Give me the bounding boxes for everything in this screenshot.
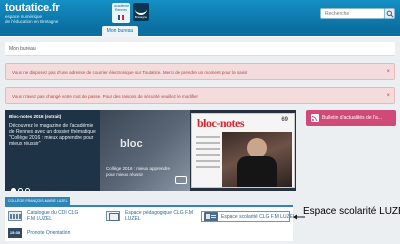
magazine-cover[interactable]: bloc-notes 69	[191, 113, 295, 188]
bulletin-button[interactable]: Bulletin d'actualités de l'a...	[306, 110, 396, 126]
services-section-title: COLLÈGE FRANÇOIS-MARIE LUZEL	[5, 197, 70, 205]
calendar-icon[interactable]: 15:30	[8, 228, 22, 238]
email-alert-text: Vous ne disposez pas d'une adresse de co…	[12, 70, 248, 75]
magazine-text-lines	[196, 136, 220, 172]
magazine-title: bloc-notes	[197, 116, 245, 130]
magazine-number: 69	[281, 117, 288, 123]
carousel-text-panel: Bloc-notes 2016 (extrait) Découvrez le m…	[5, 110, 100, 191]
bretagne-region-logo[interactable]: Bretagne	[133, 3, 149, 21]
site-logo[interactable]: toutatice.fr	[5, 2, 60, 14]
service-catalogue-cdi[interactable]: Catalogue du CDI CLG F.M LUZEL	[27, 210, 78, 222]
news-carousel[interactable]: Bloc-notes 2016 (extrait) Découvrez le m…	[5, 110, 296, 191]
highlight-box	[201, 211, 290, 222]
carousel-dot[interactable]	[11, 188, 16, 191]
shelf-icon[interactable]	[8, 211, 22, 221]
rss-icon	[311, 114, 319, 122]
search-input[interactable]	[320, 8, 385, 19]
french-flag-icon	[118, 15, 124, 20]
carousel-dot[interactable]	[18, 188, 23, 191]
close-icon[interactable]: ×	[386, 64, 390, 81]
password-alert-text: Vous n'avez pas changé votre mot de pass…	[12, 94, 198, 99]
academie-mark-icon	[175, 176, 187, 184]
carousel-dots	[11, 180, 32, 191]
logo-subtitle-2: de l'éducation en Bretagne	[5, 19, 59, 24]
academie-rennes-logo[interactable]: académie Rennes	[112, 3, 130, 23]
top-header: toutatice.fr espace numérique de l'éduca…	[0, 0, 400, 28]
service-espace-pedagogique[interactable]: Espace pédagogique CLG F.M LUZEL	[125, 210, 193, 222]
carousel-image-title: bloc	[120, 138, 143, 150]
service-pronote-orientation[interactable]: Pronote Orientation	[27, 230, 70, 236]
person-body	[237, 156, 277, 187]
search-button[interactable]	[384, 8, 395, 19]
person-icon	[247, 138, 267, 158]
carousel-dot[interactable]	[25, 188, 30, 191]
nav-bar	[0, 28, 400, 36]
page-title: Mon bureau	[5, 42, 395, 56]
carousel-caption: Collège 2016 : mieux apprendre pour mieu…	[106, 166, 171, 177]
close-icon[interactable]: ×	[386, 88, 390, 105]
carousel-text: Découvrez le magazine de l'académie de R…	[9, 123, 96, 147]
search-icon	[386, 10, 394, 18]
email-alert: Vous ne disposez pas d'une adresse de co…	[5, 63, 395, 80]
password-alert: Vous n'avez pas changé votre mot de pass…	[5, 87, 395, 104]
bulletin-label: Bulletin d'actualités de l'a...	[322, 115, 382, 121]
tab-mon-bureau[interactable]: Mon bureau	[102, 26, 138, 37]
books-icon[interactable]	[106, 211, 120, 221]
callout-label: Espace scolarité LUZEL	[303, 206, 400, 217]
carousel-heading: Bloc-notes 2016 (extrait)	[9, 114, 62, 119]
